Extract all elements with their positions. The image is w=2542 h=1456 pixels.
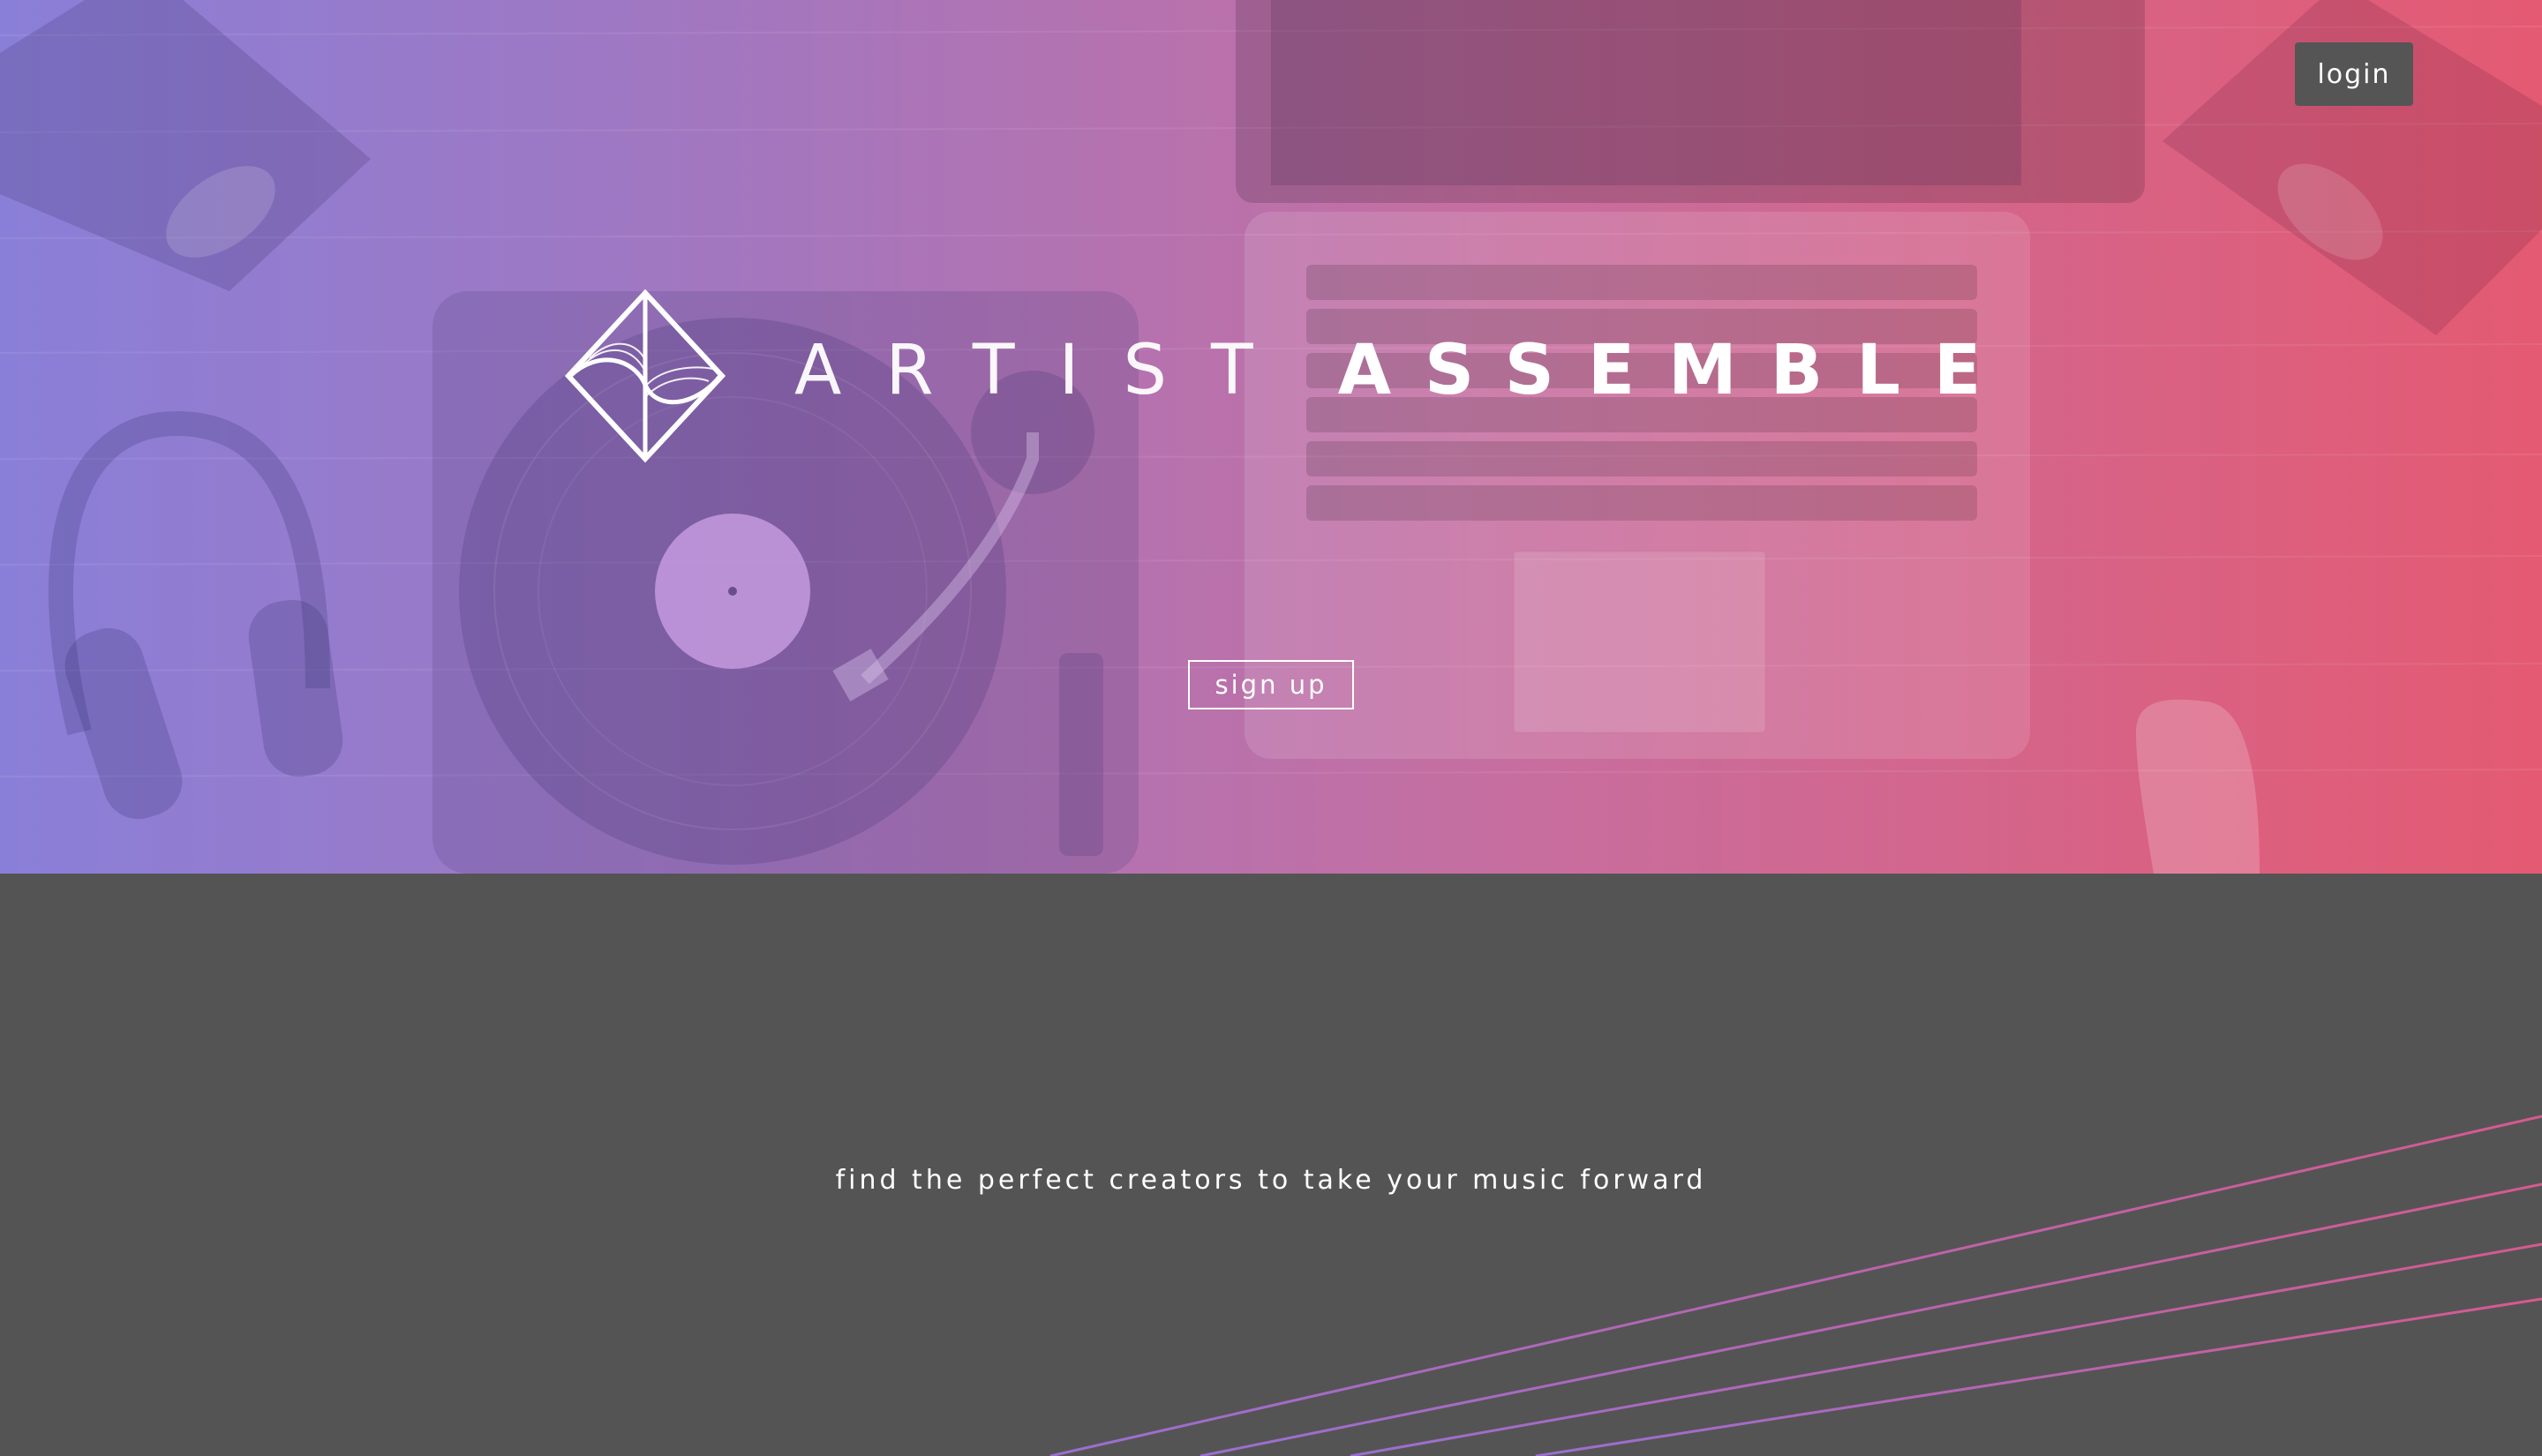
diamond-logo-icon	[564, 289, 726, 463]
tagline-text: find the perfect creators to take your m…	[835, 1165, 1707, 1196]
hero-background-image	[0, 0, 2542, 874]
login-button[interactable]: login	[2295, 42, 2413, 106]
hero-section: login ARTIST ASSEMBLE sign up	[0, 0, 2542, 874]
brand-wordmark: ARTIST ASSEMBLE	[794, 326, 2014, 415]
tagline-section: find the perfect creators to take your m…	[0, 874, 2542, 1456]
signup-button[interactable]: sign up	[1188, 660, 1354, 709]
brand-word-artist: ARTIST	[794, 331, 1297, 410]
brand-word-assemble: ASSEMBLE	[1337, 331, 2015, 410]
